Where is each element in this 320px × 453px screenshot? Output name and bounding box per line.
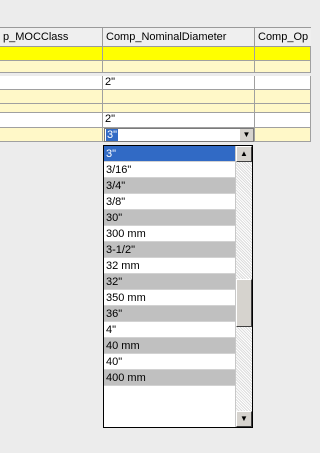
table-cell[interactable]: 2": [103, 113, 255, 127]
table-cell[interactable]: [255, 113, 311, 127]
data-grid: p_MOCClass Comp_NominalDiameter Comp_Op …: [0, 0, 311, 453]
arrow-down-icon[interactable]: ▼: [236, 411, 252, 427]
dropdown-option[interactable]: 3": [104, 146, 235, 162]
dropdown-list: 3" 3/16" 3/4" 3/8" 30" 300 mm 3-1/2" 32 …: [104, 146, 235, 386]
scrollbar-thumb[interactable]: [236, 279, 252, 327]
table-cell[interactable]: [0, 61, 103, 73]
dropdown-option[interactable]: 300 mm: [104, 226, 235, 242]
column-header-nominal-diameter[interactable]: Comp_NominalDiameter: [103, 27, 255, 47]
dropdown-option[interactable]: 32 mm: [104, 258, 235, 274]
column-header-comp-op[interactable]: Comp_Op: [255, 27, 311, 47]
dropdown-option[interactable]: 3-1/2": [104, 242, 235, 258]
table-cell[interactable]: [0, 47, 103, 61]
table-cell[interactable]: [255, 61, 311, 73]
dropdown-option[interactable]: 3/4": [104, 178, 235, 194]
table-cell[interactable]: [0, 76, 103, 90]
table-cell[interactable]: [0, 113, 103, 127]
dropdown-option[interactable]: 36": [104, 306, 235, 322]
table-cell[interactable]: [255, 90, 311, 104]
column-header-mocclass[interactable]: p_MOCClass: [0, 27, 103, 47]
dropdown-option[interactable]: 350 mm: [104, 290, 235, 306]
dropdown-option[interactable]: 400 mm: [104, 370, 235, 386]
table-cell[interactable]: [103, 61, 255, 73]
dropdown-option[interactable]: 40 mm: [104, 338, 235, 354]
dropdown-option[interactable]: 32": [104, 274, 235, 290]
table-row[interactable]: [0, 47, 311, 61]
table-cell[interactable]: [255, 128, 311, 142]
dropdown-scrollbar[interactable]: ▲ ▼: [235, 146, 252, 427]
nominal-diameter-combo[interactable]: 3" ▼: [104, 128, 254, 142]
dropdown-option[interactable]: 3/8": [104, 194, 235, 210]
combo-current-value[interactable]: 3": [106, 129, 119, 141]
nominal-diameter-dropdown[interactable]: 3" 3/16" 3/4" 3/8" 30" 300 mm 3-1/2" 32 …: [103, 145, 253, 428]
table-cell[interactable]: [0, 90, 103, 104]
table-row[interactable]: 2": [0, 76, 311, 90]
table-cell[interactable]: [255, 76, 311, 90]
table-cell[interactable]: [255, 47, 311, 61]
dropdown-option[interactable]: 4": [104, 322, 235, 338]
table-cell[interactable]: [0, 128, 103, 142]
table-row[interactable]: [0, 90, 311, 104]
chevron-down-icon[interactable]: ▼: [239, 129, 253, 141]
table-cell[interactable]: [103, 90, 255, 104]
dropdown-option[interactable]: 3/16": [104, 162, 235, 178]
table-cell[interactable]: 2": [103, 76, 255, 90]
table-cell[interactable]: [103, 47, 255, 61]
dropdown-option[interactable]: 30": [104, 210, 235, 226]
dropdown-option[interactable]: 40": [104, 354, 235, 370]
table-row[interactable]: 2": [0, 112, 311, 128]
table-row[interactable]: [0, 61, 311, 73]
arrow-up-icon[interactable]: ▲: [236, 146, 252, 162]
